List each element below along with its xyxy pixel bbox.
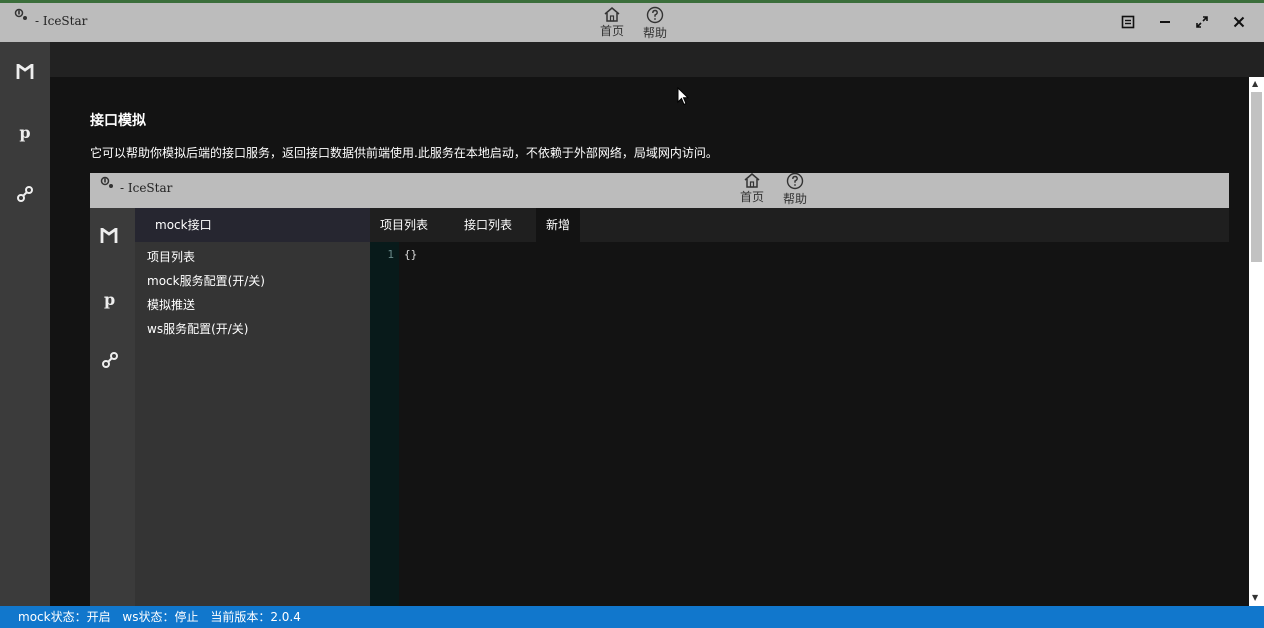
preview-tab-active: 新增: [536, 208, 581, 242]
nav-home-label: 首页: [599, 24, 624, 38]
title-bar-stripe: [0, 0, 1264, 3]
link-icon: [101, 351, 119, 373]
top-toolbar: [50, 42, 1264, 77]
mock-icon: [16, 64, 34, 79]
preview-panel-header: mock接口: [135, 208, 370, 242]
app-title: - IceStar: [35, 14, 88, 28]
scroll-down-arrow-icon[interactable]: ▼: [1252, 593, 1258, 602]
sidebar-item-p[interactable]: p: [0, 114, 50, 150]
home-icon: [744, 173, 760, 188]
preview-menu-item: 模拟推送: [147, 298, 196, 312]
close-button[interactable]: [1227, 10, 1251, 34]
notes-icon: [1121, 15, 1135, 29]
preview-sidebar: [90, 208, 135, 606]
p-icon: p: [104, 290, 116, 309]
preview-menu-item: ws服务配置(开/关): [147, 322, 249, 336]
preview-app-title: - IceStar: [120, 181, 173, 195]
preview-menu-item: 项目列表: [147, 250, 196, 264]
preview-menu-panel: 项目列表 mock服务配置(开/关) 模拟推送 ws服务配置(开/关): [135, 242, 370, 606]
home-icon: [604, 7, 620, 22]
preview-nav-help-label: 帮助: [782, 192, 807, 206]
sidebar-item-link[interactable]: [0, 176, 50, 212]
preview-tab: 接口列表: [464, 218, 513, 232]
nav-home-button[interactable]: 首页: [596, 6, 628, 39]
mouse-cursor-icon: [677, 86, 690, 110]
sidebar-item-mock[interactable]: [0, 54, 50, 90]
minimize-button[interactable]: [1153, 10, 1177, 34]
minimize-icon: [1160, 21, 1170, 23]
app-logo-icon: [14, 7, 30, 26]
scrollbar-thumb[interactable]: [1251, 92, 1262, 262]
version-value: 2.0.4: [270, 610, 301, 624]
close-icon: [1233, 16, 1245, 28]
preview-editor-gutter: 1: [370, 242, 399, 606]
title-bar: [0, 0, 1264, 42]
preview-panel-title: mock接口: [155, 218, 212, 232]
version-label: 当前版本：: [210, 610, 271, 624]
help-icon: [646, 6, 664, 24]
nav-help-button[interactable]: 帮助: [639, 6, 671, 41]
p-icon: p: [19, 122, 31, 142]
scroll-up-arrow-icon[interactable]: ▲: [1252, 79, 1258, 88]
page-description: 它可以帮助你模拟后端的接口服务，返回接口数据供前端使用.此服务在本地启动，不依赖…: [90, 146, 718, 160]
mock-status: mock状态：开启: [18, 610, 111, 624]
maximize-button[interactable]: [1190, 10, 1214, 34]
nav-help-label: 帮助: [642, 26, 667, 40]
preview-title-bar: [90, 173, 1229, 208]
preview-code-editor: {}: [399, 242, 1229, 606]
page-title: 接口模拟: [90, 113, 146, 129]
editor-content: {}: [404, 248, 418, 261]
preview-tab-bar: 项目列表 接口列表 新增: [370, 208, 1229, 242]
ws-status: ws状态：停止: [122, 610, 199, 624]
link-icon: [17, 186, 33, 202]
preview-menu-item: mock服务配置(开/关): [147, 274, 265, 288]
preview-nav-home: 首页: [736, 172, 768, 205]
devtools-button[interactable]: [1116, 10, 1140, 34]
preview-nav-home-label: 首页: [739, 190, 764, 204]
help-icon: [786, 172, 804, 190]
preview-nav-help: 帮助: [779, 172, 811, 207]
line-number: 1: [387, 248, 394, 261]
mock-icon: [100, 226, 118, 248]
maximize-icon: [1196, 16, 1208, 28]
preview-logo-icon: [100, 175, 116, 194]
preview-tab: 项目列表: [380, 218, 429, 232]
status-bar: mock状态：开启 ws状态：停止 当前版本：2.0.4: [0, 606, 1264, 628]
